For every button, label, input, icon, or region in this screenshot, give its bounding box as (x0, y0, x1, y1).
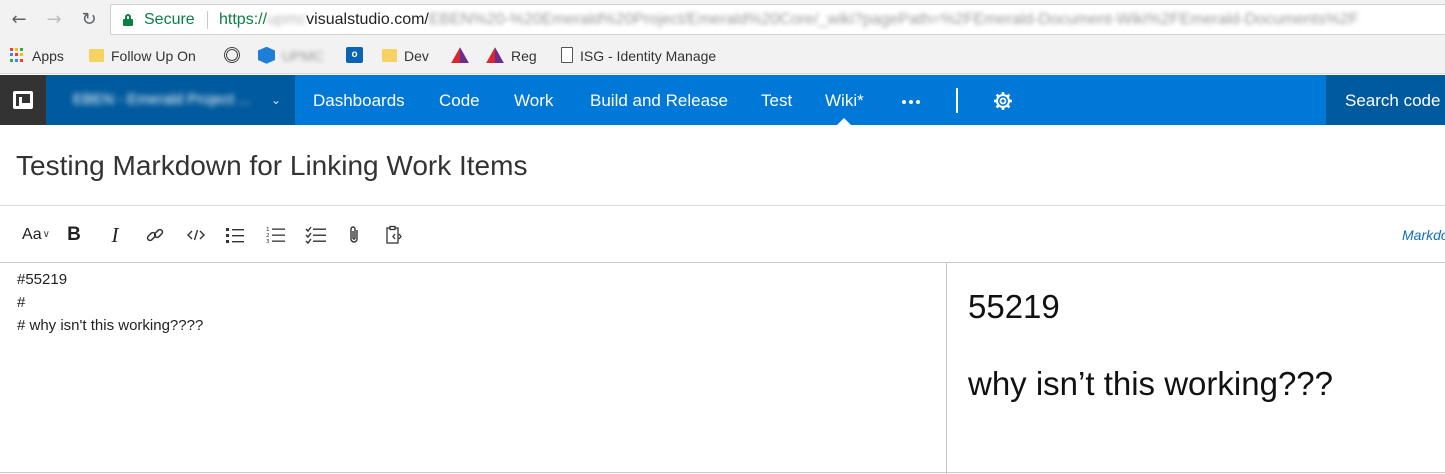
reload-icon[interactable]: ↻ (78, 9, 100, 31)
bold-button[interactable]: B (66, 223, 82, 247)
bookmark-triangle[interactable] (451, 40, 476, 74)
editor-line: # (17, 294, 26, 311)
editor-line: # why isn't this working???? (17, 317, 204, 334)
address-bar[interactable]: Secure https://upmcvisualstudio.com/EBEN… (110, 4, 1445, 35)
hub-build-and-release[interactable]: Build and Release (590, 75, 728, 125)
chevron-down-icon: ⌄ (271, 93, 282, 107)
bookmark-outlook[interactable]: o (346, 40, 370, 74)
bookmark-isg[interactable]: ISG - Identity Manage (561, 40, 716, 74)
paste-code-icon[interactable] (385, 225, 405, 245)
active-hub-indicator (836, 118, 853, 126)
hub-dashboards[interactable]: Dashboards (313, 75, 405, 125)
bookmark-apps[interactable]: Apps (10, 40, 64, 74)
arrow-right-icon[interactable]: → (43, 9, 65, 31)
search-code-box[interactable]: Search code (1326, 75, 1445, 125)
code-icon[interactable] (186, 225, 206, 245)
markdown-editor[interactable]: #55219 # # why isn't this working???? (0, 263, 947, 474)
top-navigation-bar: EBEN - Emerald Project ... ⌄ Dashboards … (0, 75, 1445, 126)
link-icon[interactable] (145, 225, 165, 245)
task-list-icon[interactable] (305, 225, 327, 245)
bottom-divider (0, 472, 1445, 473)
bookmark-upmc[interactable]: UPMC (258, 40, 323, 74)
azure-devops-icon (258, 46, 275, 64)
preview-heading: why isn’t this working??? (968, 365, 1333, 402)
bookmark-spiral[interactable] (224, 40, 247, 74)
ellipsis-icon[interactable] (902, 75, 920, 125)
bookmark-reg[interactable]: Reg (486, 40, 537, 74)
preview-heading: 55219 (968, 288, 1060, 325)
project-name: EBEN - Emerald Project ... (73, 91, 251, 108)
italic-button[interactable]: I (106, 223, 124, 247)
arrow-left-icon[interactable]: ← (8, 9, 30, 31)
header-divider (956, 88, 958, 113)
heading-button[interactable]: Aa∨ (17, 223, 55, 247)
attachment-icon[interactable] (347, 225, 363, 245)
markdown-mode-label[interactable]: Markdown (1402, 223, 1445, 247)
chevron-down-icon: ∨ (42, 229, 50, 240)
bookmarks-bar: Apps Follow Up On UPMC o Dev Reg ISG - I… (0, 40, 1445, 74)
bookmark-dev[interactable]: Dev (382, 40, 429, 74)
secure-label: Secure (144, 11, 195, 28)
bulleted-list-icon[interactable] (225, 225, 245, 245)
folder-icon (382, 48, 397, 62)
bookmark-follow-up-on[interactable]: Follow Up On (89, 40, 196, 74)
markdown-toolbar: Aa∨ B I 123 Markdown (0, 206, 1445, 262)
hub-wiki[interactable]: Wiki* (825, 75, 864, 126)
document-icon (561, 47, 573, 64)
svg-text:3: 3 (266, 239, 270, 245)
hub-work[interactable]: Work (514, 75, 553, 125)
outlook-icon: o (346, 47, 363, 64)
markdown-preview: 55219 why isn’t this working??? (948, 263, 1445, 474)
lock-icon (123, 14, 133, 26)
browser-toolbar: ← → ↻ Secure https://upmcvisualstudio.co… (0, 0, 1445, 40)
page-title[interactable]: Testing Markdown for Linking Work Items (16, 150, 527, 182)
folder-icon (89, 48, 104, 62)
editor-line: #55219 (17, 271, 68, 288)
spiral-icon (224, 47, 240, 64)
gear-icon[interactable] (993, 91, 1013, 111)
numbered-list-icon[interactable]: 123 (266, 225, 286, 245)
url-text[interactable]: https://upmcvisualstudio.com/EBEN%20-%20… (219, 5, 1359, 34)
address-separator (207, 11, 208, 29)
hub-code[interactable]: Code (439, 75, 480, 125)
triangle-logo-icon (486, 47, 504, 64)
apps-grid-icon (10, 47, 25, 63)
visual-studio-logo-icon[interactable] (0, 75, 46, 125)
project-picker[interactable]: EBEN - Emerald Project ... ⌄ (46, 75, 295, 125)
triangle-logo-icon (451, 47, 469, 64)
hub-test[interactable]: Test (761, 75, 792, 125)
